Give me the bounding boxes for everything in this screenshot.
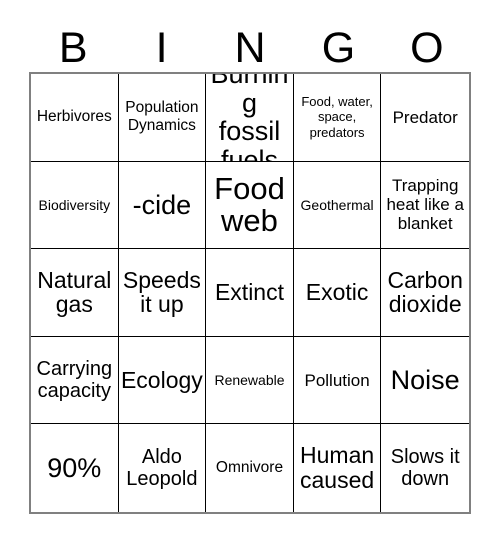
- bingo-cell-label: Carrying capacity: [36, 358, 113, 403]
- bingo-cell[interactable]: Aldo Leopold: [118, 424, 207, 512]
- bingo-cell[interactable]: Trapping heat like a blanket: [381, 161, 469, 250]
- bingo-cell[interactable]: Noise: [381, 336, 469, 425]
- header-letter-o: O: [410, 24, 444, 72]
- bingo-cell-label: Human caused: [300, 442, 375, 494]
- bingo-cell[interactable]: Exotic: [293, 249, 382, 337]
- bingo-cell-label: Trapping heat like a blanket: [386, 176, 464, 234]
- bingo-cell[interactable]: Burning fossil fuels: [206, 74, 294, 162]
- bingo-cell-label: Food web: [214, 170, 285, 238]
- bingo-cell-label: Ecology: [120, 366, 203, 393]
- bingo-card: B I N G O Herbivores Population Dynamics…: [0, 0, 500, 544]
- bingo-cell-label: Herbivores: [36, 108, 112, 126]
- bingo-cell-label: Pollution: [304, 370, 370, 390]
- bingo-cell[interactable]: Herbivores: [31, 74, 119, 162]
- header-letter-b: B: [58, 24, 88, 72]
- bingo-cell[interactable]: Natural gas: [31, 249, 119, 337]
- bingo-cell[interactable]: Pollution: [293, 336, 382, 425]
- bingo-cell-label: Slows it down: [390, 446, 460, 491]
- bingo-cell-label: Food, water, space, predators: [301, 93, 373, 141]
- bingo-cell-label: Predator: [392, 107, 458, 127]
- bingo-cell-label: 90%: [47, 452, 102, 483]
- bingo-cell-label: Natural gas: [37, 266, 112, 318]
- bingo-cell[interactable]: Human caused: [293, 424, 382, 512]
- bingo-cell[interactable]: Omnivore: [206, 424, 294, 512]
- bingo-cell[interactable]: Carbon dioxide: [381, 249, 469, 337]
- bingo-cell[interactable]: Predator: [381, 74, 469, 162]
- bingo-cell[interactable]: 90%: [31, 424, 119, 512]
- bingo-cell[interactable]: Biodiversity: [31, 161, 119, 250]
- bingo-cell-label: Exotic: [305, 279, 369, 306]
- bingo-cell-label: Population Dynamics: [125, 99, 199, 135]
- bingo-grid: Herbivores Population Dynamics Burning f…: [29, 72, 471, 514]
- bingo-cell-label: -cide: [132, 189, 192, 220]
- bingo-cell[interactable]: Renewable: [206, 336, 294, 425]
- bingo-cell-label: Biodiversity: [38, 196, 111, 213]
- bingo-cell-label: Renewable: [214, 371, 285, 388]
- bingo-cell-label: Omnivore: [215, 459, 284, 477]
- bingo-cell[interactable]: Slows it down: [381, 424, 469, 512]
- bingo-header-row: B I N G O: [29, 14, 471, 72]
- bingo-cell[interactable]: Carrying capacity: [31, 336, 119, 425]
- header-letter-i: I: [155, 24, 168, 72]
- bingo-cell-label: Carbon dioxide: [387, 266, 463, 318]
- bingo-cell-label: Geothermal: [300, 196, 374, 213]
- bingo-cell-label: Burning fossil fuels: [210, 74, 289, 162]
- bingo-cell[interactable]: Food web: [206, 161, 294, 250]
- bingo-cell[interactable]: Geothermal: [293, 161, 382, 250]
- bingo-cell[interactable]: -cide: [118, 161, 207, 250]
- bingo-cell[interactable]: Speeds it up: [118, 249, 207, 337]
- header-letter-n: N: [234, 24, 266, 72]
- bingo-cell[interactable]: Ecology: [118, 336, 207, 425]
- bingo-cell[interactable]: Extinct: [206, 249, 294, 337]
- bingo-cell-label: Speeds it up: [122, 266, 201, 318]
- header-letter-g: G: [321, 24, 356, 72]
- bingo-cell[interactable]: Population Dynamics: [118, 74, 207, 162]
- bingo-cell[interactable]: Food, water, space, predators: [293, 74, 382, 162]
- bingo-cell-label: Extinct: [214, 279, 284, 306]
- bingo-cell-label: Noise: [390, 364, 460, 395]
- bingo-cell-label: Aldo Leopold: [126, 446, 198, 491]
